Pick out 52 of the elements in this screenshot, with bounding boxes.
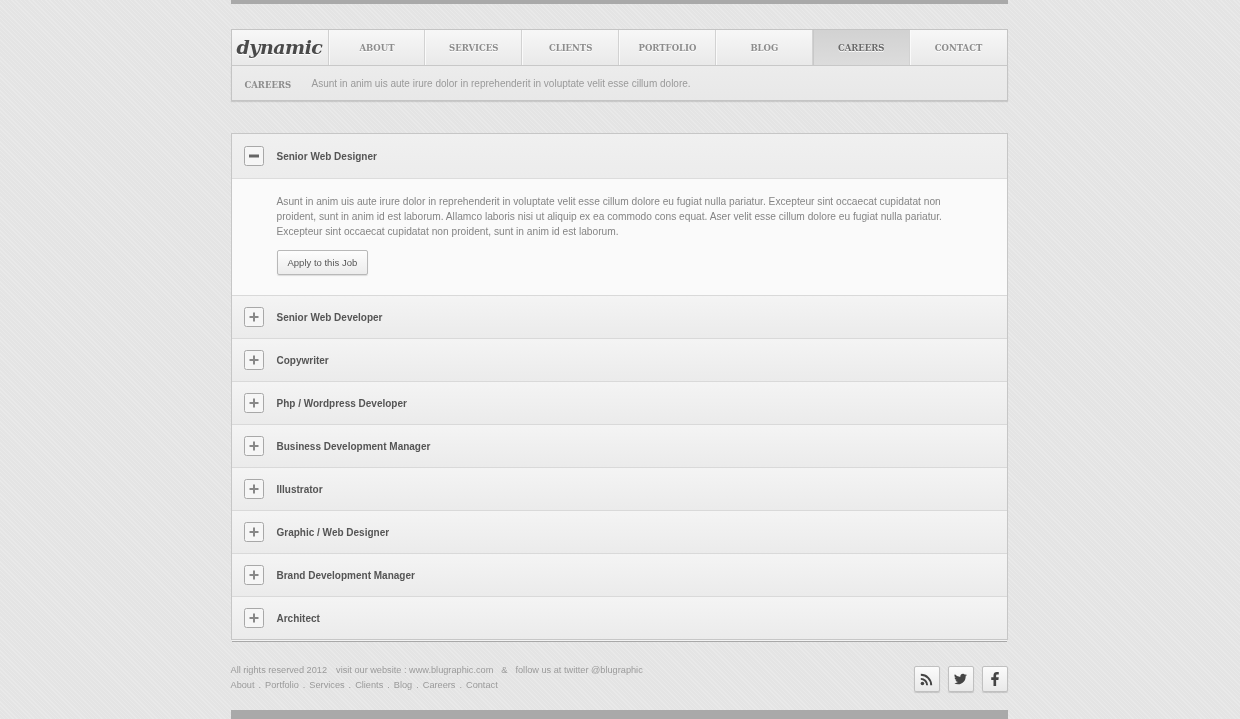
nav-tab[interactable]: ABOUT	[328, 30, 426, 65]
footer-link[interactable]: Contact	[466, 679, 498, 692]
footer-text: &	[501, 664, 508, 677]
f-letter-icon	[990, 672, 999, 686]
apply-button[interactable]: Apply to this Job	[276, 250, 369, 275]
plus-icon[interactable]	[243, 436, 264, 456]
footer-link[interactable]: About	[230, 679, 255, 692]
footer-link[interactable]: Services	[309, 679, 345, 692]
accordion-header[interactable]: Illustrator	[231, 468, 1007, 510]
plus-icon[interactable]	[243, 350, 264, 370]
footer-text: All rights reserved 2012	[230, 664, 328, 677]
footer-link[interactable]: Blog	[393, 679, 413, 692]
link-separator: .	[258, 679, 262, 692]
logo[interactable]: dynamic	[236, 38, 323, 57]
nav-tab[interactable]: SERVICES	[425, 30, 523, 65]
plus-icon[interactable]	[243, 608, 264, 628]
social-button[interactable]	[947, 666, 974, 692]
footer-text: follow us at twitter @blugraphic	[515, 664, 643, 677]
minus-icon[interactable]	[243, 146, 264, 166]
link-separator: .	[302, 679, 306, 692]
social-button[interactable]	[981, 666, 1008, 692]
bird-icon	[954, 672, 967, 686]
nav-tab[interactable]: PORTFOLIO	[619, 30, 716, 65]
accordion-header[interactable]: Senior Web Developer	[231, 296, 1007, 338]
link-separator: .	[416, 679, 419, 692]
job-description: Asunt in anim uis aute irure dolor in reprehenderit in voluptate velit esse cillum dolore eu fugiat nulla pariatur. Excepteur sint occaecat cupidatat non proident, sunt in anim id est laborum. Allamco laboris nisi ut aliquip ex ea commodo cons equat. Aser velit esse cillum dolore eu fugiat nulla pariatur. Excepteur sint occaecat cupidatat non proident, sunt in anim id est laborum.	[276, 195, 943, 239]
plus-icon[interactable]	[243, 522, 264, 542]
page-label: CAREERS	[244, 79, 293, 90]
page-intro: Asunt in anim uis aute irure dolor in reprehenderit in voluptate velit esse cillum dolore.	[311, 77, 691, 89]
nav-tab[interactable]: CONTACT	[909, 30, 1007, 65]
plus-icon[interactable]	[243, 565, 264, 585]
social-button[interactable]	[913, 666, 940, 692]
link-separator: .	[348, 679, 352, 692]
link-separator: .	[387, 679, 390, 692]
rss-icon	[920, 672, 933, 686]
plus-icon[interactable]	[243, 479, 264, 499]
accordion-header[interactable]: Brand Development Manager	[231, 554, 1007, 596]
footer-text: visit our website : www.blugraphic.com	[336, 664, 494, 677]
footer-link[interactable]: Portfolio	[265, 679, 299, 692]
footer-link[interactable]: Careers	[422, 679, 456, 692]
nav-tab[interactable]: BLOG	[715, 30, 813, 65]
plus-icon[interactable]	[243, 307, 264, 327]
accordion-header[interactable]: Copywriter	[231, 339, 1007, 381]
accordion-header[interactable]: Architect	[231, 597, 1007, 639]
accordion-header[interactable]: Graphic / Web Designer	[231, 511, 1007, 553]
nav-tab[interactable]: CAREERS	[812, 30, 910, 65]
nav-tab[interactable]: CLIENTS	[522, 30, 620, 65]
footer-link[interactable]: Clients	[355, 679, 384, 692]
accordion-header[interactable]: Business Development Manager	[231, 425, 1007, 467]
link-separator: .	[459, 679, 462, 692]
accordion-header[interactable]: Php / Wordpress Developer	[231, 382, 1007, 424]
plus-icon[interactable]	[243, 393, 264, 413]
